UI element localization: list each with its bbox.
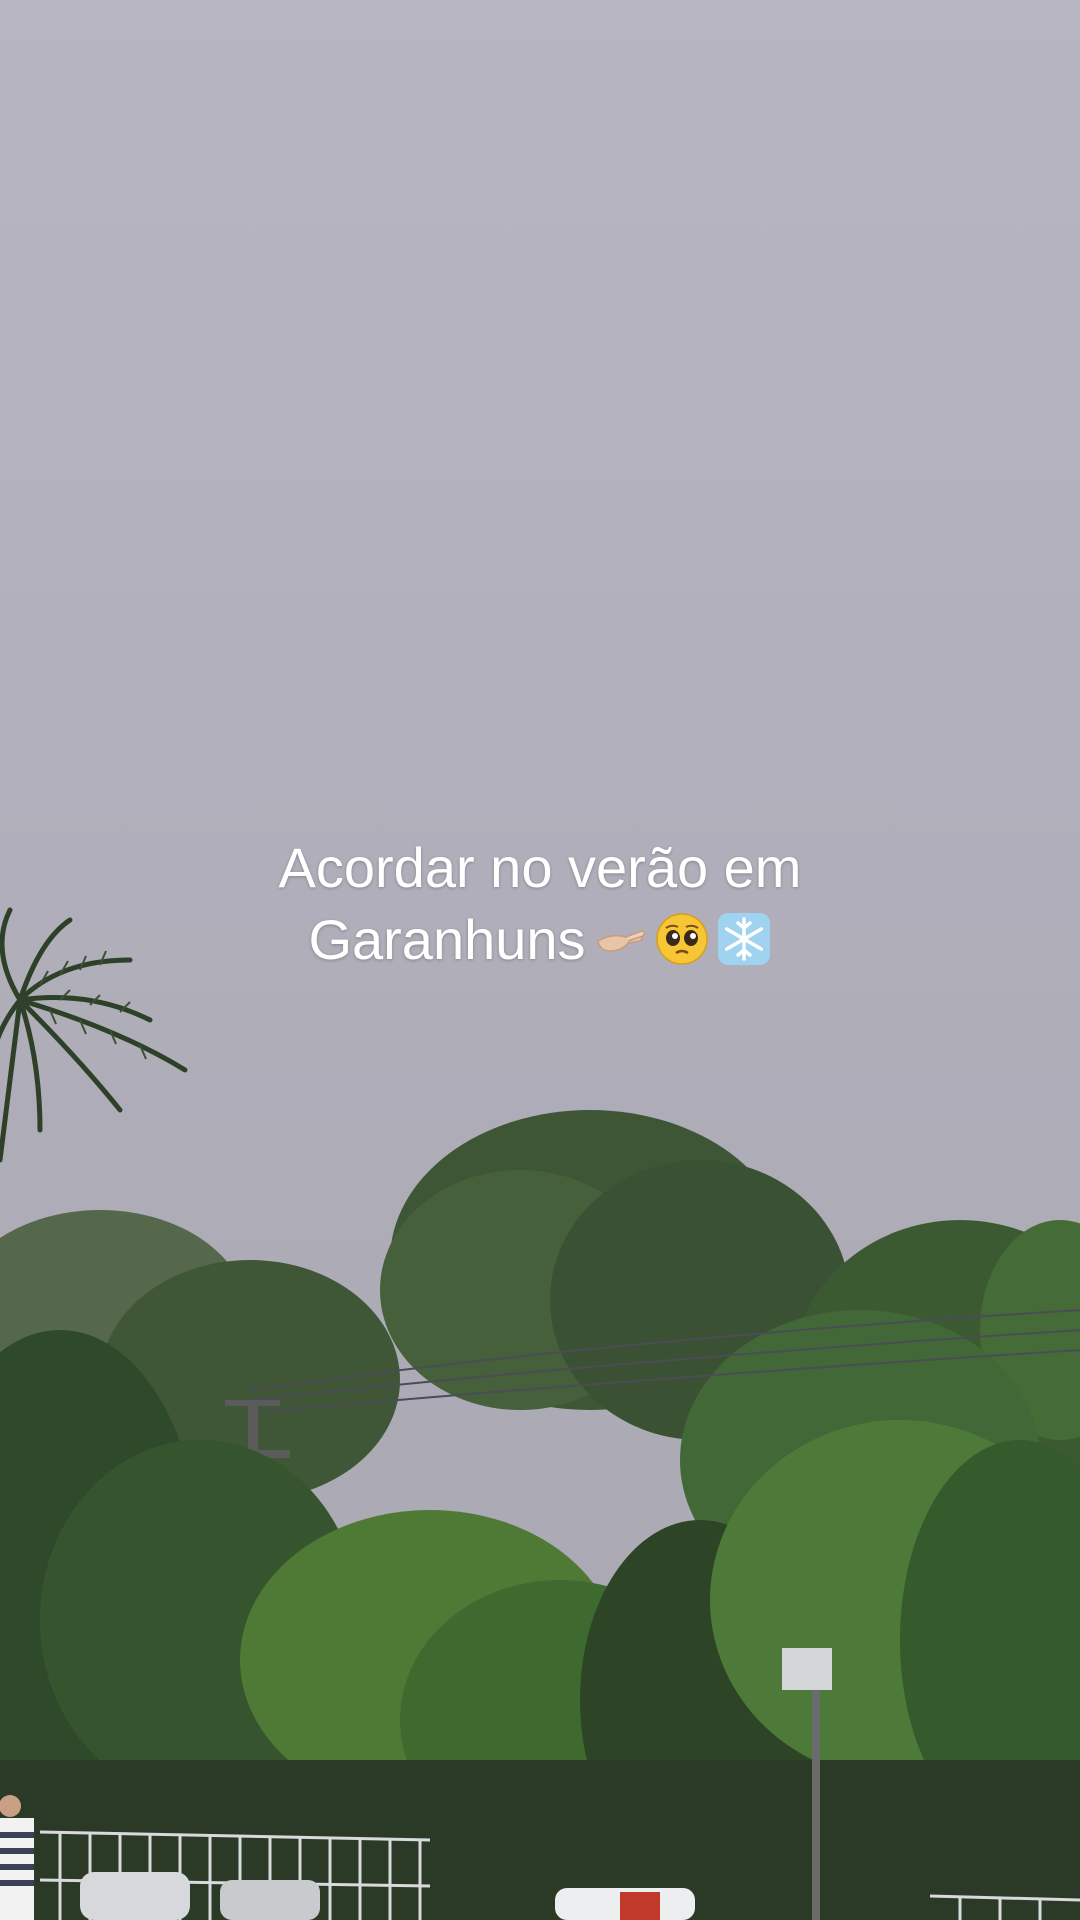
caption-location: Garanhuns (308, 908, 586, 971)
video-frame: Acordar no verão em Garanhuns (0, 0, 1080, 1920)
transformer-box (782, 1648, 832, 1690)
pleading-face-icon (655, 913, 708, 965)
video-caption: Acordar no verão em Garanhuns (140, 832, 940, 976)
caption-line-1: Acordar no verão em (278, 836, 802, 899)
snowflake-icon (717, 913, 770, 965)
caption-line-2: Garanhuns (140, 904, 940, 976)
pinching-hand-icon (596, 930, 645, 952)
